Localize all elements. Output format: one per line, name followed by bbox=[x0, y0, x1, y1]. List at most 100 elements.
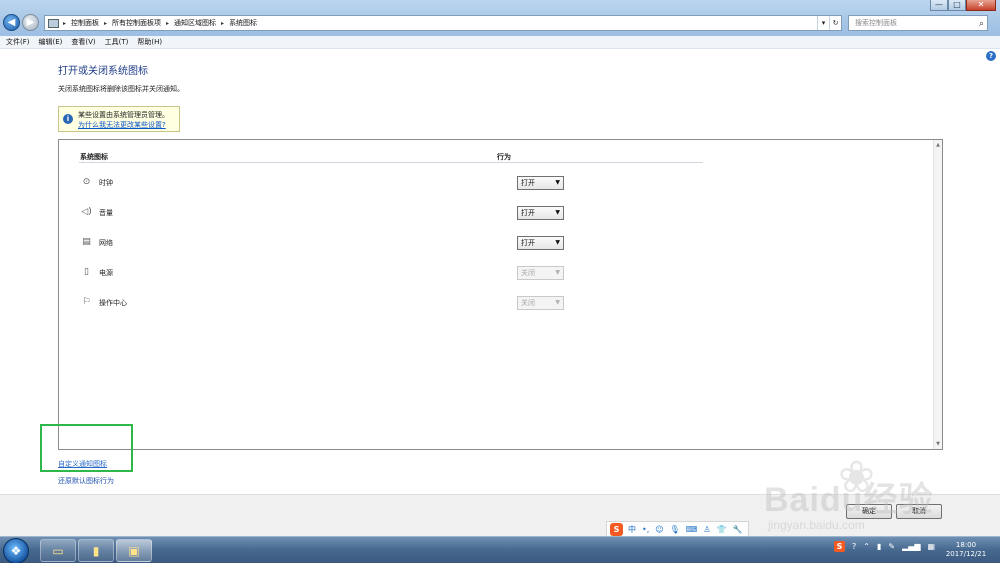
tray-network-icon[interactable]: ▦ bbox=[928, 542, 936, 551]
watermark-url: jingyan.baidu.com bbox=[768, 518, 865, 532]
row-label: 电源 bbox=[99, 269, 113, 277]
watermark-brand: Baidu经验 bbox=[764, 481, 934, 519]
list-row-clock: ⊙ 时钟 打开 ▼ bbox=[81, 176, 564, 192]
list-row-power: ▯ 电源 关闭 ▼ bbox=[81, 266, 564, 282]
menu-bar: 文件(F) 编辑(E) 查看(V) 工具(T) 帮助(H) bbox=[0, 36, 1000, 49]
search-icon[interactable]: ⌕ bbox=[979, 17, 984, 31]
baidu-watermark: ❀ Baidu经验 jingyan.baidu.com bbox=[764, 452, 954, 538]
menu-help[interactable]: 帮助(H) bbox=[137, 37, 162, 47]
close-button[interactable]: ✕ bbox=[966, 0, 996, 11]
sogou-logo-icon[interactable]: S bbox=[610, 522, 623, 536]
tray-signal-icon[interactable]: ▂▄▆ bbox=[902, 542, 920, 551]
dropdown-value: 打开 bbox=[521, 239, 535, 247]
behavior-dropdown-power: 关闭 ▼ bbox=[517, 266, 564, 280]
header-divider bbox=[79, 162, 703, 163]
taskbar: ❖ ▭ ▮ ▣ S ? ⌃ ▮ ✎ ▂▄▆ ▦ 18:00 2017/12/21 bbox=[0, 536, 1000, 563]
behavior-dropdown-clock[interactable]: 打开 ▼ bbox=[517, 176, 564, 190]
clock-date: 2017/12/21 bbox=[945, 550, 987, 558]
forward-arrow-icon: ▶ bbox=[26, 17, 35, 28]
chevron-down-icon: ▼ bbox=[555, 179, 560, 186]
flag-icon: ⚐ bbox=[82, 297, 91, 307]
tray-battery-icon[interactable]: ▮ bbox=[877, 542, 881, 551]
vertical-scrollbar[interactable]: ▲ ▼ bbox=[933, 140, 942, 449]
menu-tools[interactable]: 工具(T) bbox=[105, 37, 129, 47]
network-icon: ▤ bbox=[82, 237, 91, 247]
emoji-icon[interactable]: ☺ bbox=[655, 525, 663, 534]
start-button[interactable]: ❖ bbox=[3, 538, 29, 563]
address-bar[interactable]: ▸ 控制面板 ▸ 所有控制面板项 ▸ 通知区域图标 ▸ 系统图标 ▾ ↻ bbox=[44, 15, 842, 31]
title-bar: — □ ✕ ◀ ▶ ▸ 控制面板 ▸ 所有控制面板项 ▸ 通知区域图标 ▸ 系统… bbox=[0, 0, 1000, 36]
scroll-up-icon[interactable]: ▲ bbox=[934, 141, 942, 149]
wrench-icon[interactable]: 🔧 bbox=[732, 525, 742, 534]
tray-pen-icon[interactable]: ✎ bbox=[888, 542, 895, 551]
taskbar-clock[interactable]: 18:00 2017/12/21 bbox=[942, 541, 990, 559]
window-controls: — □ ✕ bbox=[930, 0, 996, 11]
breadcrumb-separator-icon: ▸ bbox=[221, 19, 225, 27]
system-icons-list: 系统图标 行为 ⊙ 时钟 打开 ▼ ◁) 音量 打开 ▼ ▤ 网络 打开 ▼ ▯… bbox=[58, 139, 943, 450]
list-row-action-center: ⚐ 操作中心 关闭 ▼ bbox=[81, 296, 564, 312]
menu-view[interactable]: 查看(V) bbox=[71, 37, 95, 47]
ime-toolbar: S 中 •, ☺ 🎙 ⌨ ♙ 👕 🔧 bbox=[606, 521, 750, 537]
dropdown-value: 关闭 bbox=[521, 299, 535, 307]
breadcrumb-separator-icon: ▸ bbox=[63, 19, 67, 27]
system-tray: S ? ⌃ ▮ ✎ ▂▄▆ ▦ bbox=[834, 541, 942, 552]
user-icon[interactable]: ♙ bbox=[703, 525, 710, 534]
tray-expand-icon[interactable]: ⌃ bbox=[863, 542, 870, 551]
behavior-dropdown-action-center: 关闭 ▼ bbox=[517, 296, 564, 310]
search-placeholder: 搜索控制面板 bbox=[855, 19, 897, 27]
back-button[interactable]: ◀ bbox=[3, 14, 20, 31]
column-header-behavior: 行为 bbox=[497, 153, 511, 161]
breadcrumb-system-icons[interactable]: 系统图标 bbox=[229, 18, 257, 28]
back-arrow-icon: ◀ bbox=[7, 17, 16, 28]
keyboard-icon[interactable]: ⌨ bbox=[686, 525, 698, 534]
list-row-network: ▤ 网络 打开 ▼ bbox=[81, 236, 564, 252]
forward-button[interactable]: ▶ bbox=[22, 14, 39, 31]
windows-logo-icon: ❖ bbox=[10, 544, 22, 558]
menu-file[interactable]: 文件(F) bbox=[6, 37, 30, 47]
breadcrumb-control-panel[interactable]: 控制面板 bbox=[71, 18, 99, 28]
dropdown-value: 关闭 bbox=[521, 269, 535, 277]
list-row-volume: ◁) 音量 打开 ▼ bbox=[81, 206, 564, 222]
menu-edit[interactable]: 编辑(E) bbox=[39, 37, 63, 47]
breadcrumb-notification-icons[interactable]: 通知区域图标 bbox=[174, 18, 216, 28]
chevron-down-icon: ▼ bbox=[555, 239, 560, 246]
power-icon: ▯ bbox=[84, 267, 89, 277]
tray-sogou-icon[interactable]: S bbox=[834, 541, 845, 552]
punctuation-icon[interactable]: •, bbox=[642, 525, 649, 534]
control-panel-icon bbox=[48, 18, 59, 28]
info-link[interactable]: 为什么我无法更改某些设置? bbox=[78, 120, 166, 130]
row-label: 时钟 bbox=[99, 179, 113, 187]
behavior-dropdown-volume[interactable]: 打开 ▼ bbox=[517, 206, 564, 220]
page-title: 打开或关闭系统图标 bbox=[58, 66, 148, 77]
help-icon[interactable]: ? bbox=[986, 51, 996, 61]
behavior-dropdown-network[interactable]: 打开 ▼ bbox=[517, 236, 564, 250]
address-dropdown-icon[interactable]: ▾ bbox=[817, 16, 829, 30]
clock-time: 18:00 bbox=[955, 541, 977, 549]
restore-default-link[interactable]: 还原默认图标行为 bbox=[58, 476, 114, 486]
skin-icon[interactable]: 👕 bbox=[716, 525, 726, 534]
page-description: 关闭系统图标将删除该图标并关闭通知。 bbox=[58, 85, 184, 93]
search-input[interactable]: 搜索控制面板 ⌕ bbox=[848, 15, 988, 31]
breadcrumb-separator-icon: ▸ bbox=[166, 19, 170, 27]
row-label: 操作中心 bbox=[99, 299, 127, 307]
scroll-down-icon[interactable]: ▼ bbox=[934, 440, 942, 448]
taskbar-computer-icon[interactable]: ▮ bbox=[78, 539, 114, 562]
microphone-icon[interactable]: 🎙 bbox=[670, 525, 680, 534]
chevron-down-icon: ▼ bbox=[555, 269, 560, 276]
minimize-button[interactable]: — bbox=[930, 0, 948, 11]
info-banner: i 某些设置由系统管理员管理。 为什么我无法更改某些设置? bbox=[58, 106, 180, 132]
dropdown-value: 打开 bbox=[521, 179, 535, 187]
row-label: 音量 bbox=[99, 209, 113, 217]
breadcrumb-all-items[interactable]: 所有控制面板项 bbox=[112, 18, 161, 28]
info-text: 某些设置由系统管理员管理。 bbox=[78, 111, 169, 119]
tray-help-icon[interactable]: ? bbox=[852, 542, 856, 551]
dropdown-value: 打开 bbox=[521, 209, 535, 217]
chevron-down-icon: ▼ bbox=[555, 299, 560, 306]
taskbar-control-panel-icon[interactable]: ▣ bbox=[116, 539, 152, 562]
info-icon: i bbox=[63, 114, 73, 124]
ime-language-toggle[interactable]: 中 bbox=[628, 524, 636, 535]
taskbar-explorer-icon[interactable]: ▭ bbox=[40, 539, 76, 562]
refresh-icon[interactable]: ↻ bbox=[829, 16, 841, 30]
customize-notification-icons-link[interactable]: 自定义通知图标 bbox=[58, 459, 107, 469]
maximize-button[interactable]: □ bbox=[948, 0, 966, 11]
